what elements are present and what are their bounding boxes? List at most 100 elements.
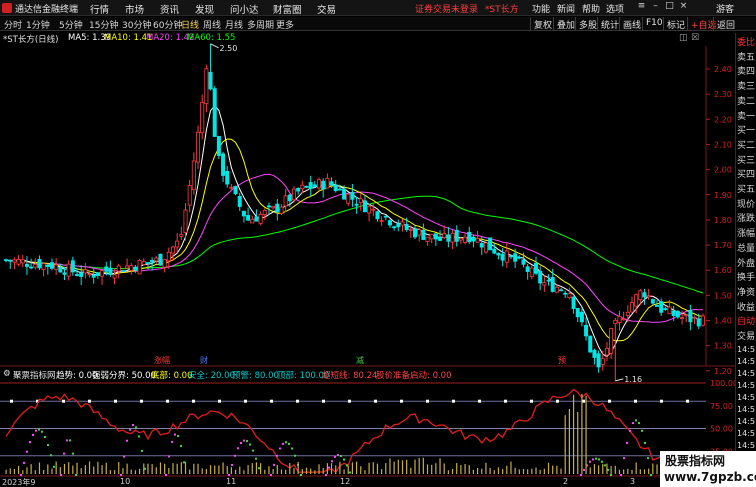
candle-body	[358, 198, 363, 204]
date-label: 12	[340, 477, 351, 486]
indicator-name[interactable]: 聚票指标网	[13, 369, 56, 381]
price-tick-label: 2.20	[714, 115, 732, 124]
menu-options[interactable]: 选项	[606, 2, 624, 15]
period-30min[interactable]: 30分钟	[122, 18, 151, 31]
kline-chart[interactable]: 2.40 2.30 2.20 2.10 2.00 1.90 1.80 1.70 1.60 1.50…	[0, 0, 735, 487]
period-intraday[interactable]: 分时	[4, 18, 22, 31]
candle-body	[600, 358, 605, 365]
candle-body	[133, 266, 138, 271]
window-minimize-icon[interactable]: –	[650, 1, 661, 14]
period-daily[interactable]: 日线	[181, 18, 199, 31]
trend-dot	[343, 458, 345, 461]
indicator-gear-icon[interactable]: ⚙	[3, 369, 11, 379]
panel-collapse-icon[interactable]: ◫	[679, 33, 688, 43]
mark-button[interactable]: 标记	[663, 17, 688, 31]
trend-dot	[641, 429, 643, 432]
period-15min[interactable]: 15分钟	[89, 18, 118, 31]
candle-body	[333, 184, 338, 192]
quote-label: 卖二	[737, 96, 756, 107]
candle-body	[16, 259, 21, 265]
indicator-tick-label: 75.00	[710, 402, 733, 411]
candle-body	[684, 314, 689, 317]
high-label: 2.50	[220, 44, 238, 53]
menu-news[interactable]: 资讯	[160, 2, 179, 16]
period-multi[interactable]: 多周期	[247, 18, 274, 31]
adjust-button[interactable]: 复权	[530, 17, 555, 31]
candle-body	[642, 292, 647, 298]
panel-close-icon[interactable]: ☒	[691, 33, 699, 43]
watermark-title: 股票指标网	[665, 454, 726, 468]
trend-dot	[291, 447, 293, 450]
tick-time: 14:5	[737, 345, 755, 354]
trend-dot	[123, 455, 125, 458]
quote-label: 卖四	[737, 67, 756, 78]
candle-body	[521, 259, 526, 265]
period-60min[interactable]: 60分钟	[153, 18, 182, 31]
candle-body	[471, 236, 476, 242]
date-label: 10	[120, 477, 131, 486]
candle-body	[49, 262, 54, 269]
candle-body	[291, 188, 296, 201]
candle-body	[446, 234, 451, 242]
candle-body	[287, 194, 292, 202]
candle-body	[275, 203, 280, 213]
menu-wealth-circle[interactable]: 财富圈	[273, 2, 302, 16]
app-name: 通达信金融终端	[15, 5, 79, 15]
draw-line-button[interactable]: 画线	[619, 17, 644, 31]
candle-body	[221, 153, 226, 176]
candle-body	[513, 253, 518, 262]
candlesticks[interactable]	[4, 43, 705, 381]
tick-time: 14:5	[737, 393, 755, 402]
guest-label[interactable]: 游客	[716, 2, 734, 15]
candle-body	[408, 228, 413, 231]
period-weekly[interactable]: 周线	[203, 18, 221, 31]
indicator-oversold: 超短线: 80.24	[322, 371, 378, 381]
candle-body	[500, 253, 505, 261]
trend-dot	[255, 457, 257, 460]
app-logo-icon	[2, 3, 12, 13]
candle-body	[321, 180, 326, 190]
candle-body	[304, 185, 309, 188]
candle-body	[342, 188, 347, 200]
event-marker: 减	[356, 355, 364, 365]
trend-dot	[595, 457, 597, 460]
login-warning[interactable]: 证券交易未登录 *ST长方	[415, 2, 519, 15]
candle-body	[254, 216, 259, 222]
trend-dot	[237, 447, 239, 450]
candle-body	[650, 299, 655, 304]
window-close-icon[interactable]: ×	[678, 1, 689, 14]
menu-help[interactable]: 帮助	[582, 2, 600, 15]
menu-news-right[interactable]: 新闻	[557, 2, 575, 15]
menu-market-quotes[interactable]: 行情	[90, 2, 109, 16]
menu-market[interactable]: 市场	[125, 2, 144, 16]
candle-body	[404, 223, 409, 230]
trend-dot	[349, 471, 351, 474]
price-annotations: 2.501.16涨幅财减预	[154, 43, 642, 384]
alert-dot	[660, 399, 663, 403]
title-bar: 通达信金融终端 行情 市场 资讯 发现 问小达 财富圈 交易 证券交易未登录 *…	[0, 0, 756, 16]
period-5min[interactable]: 5分钟	[59, 18, 83, 31]
period-more[interactable]: 更多	[276, 18, 294, 31]
trend-dot	[53, 465, 55, 468]
candle-body	[383, 215, 388, 218]
tick-time: 14:5	[737, 429, 755, 438]
menu-discover[interactable]: 发现	[195, 2, 214, 16]
trend-dot	[285, 441, 287, 444]
quote-label: 收益	[737, 302, 756, 313]
window-menu-icon[interactable]: ≡	[636, 1, 647, 14]
candle-body	[325, 177, 330, 189]
candle-body	[425, 236, 430, 243]
candle-body	[200, 101, 205, 134]
candle-body	[212, 88, 217, 137]
period-monthly[interactable]: 月线	[225, 18, 243, 31]
indicator-panel-chart[interactable]: 100.0075.0050.0025.00	[0, 379, 735, 476]
menu-trade[interactable]: 交易	[317, 2, 336, 16]
alert-dot	[88, 399, 91, 403]
candle-body	[70, 260, 75, 273]
menu-functions[interactable]: 功能	[532, 2, 550, 15]
period-1min[interactable]: 1分钟	[26, 18, 50, 31]
window-maximize-icon[interactable]: □	[664, 1, 675, 14]
candle-body	[488, 237, 493, 251]
back-button[interactable]: 返回	[713, 17, 738, 31]
menu-ask-xiaoda[interactable]: 问小达	[230, 2, 259, 16]
